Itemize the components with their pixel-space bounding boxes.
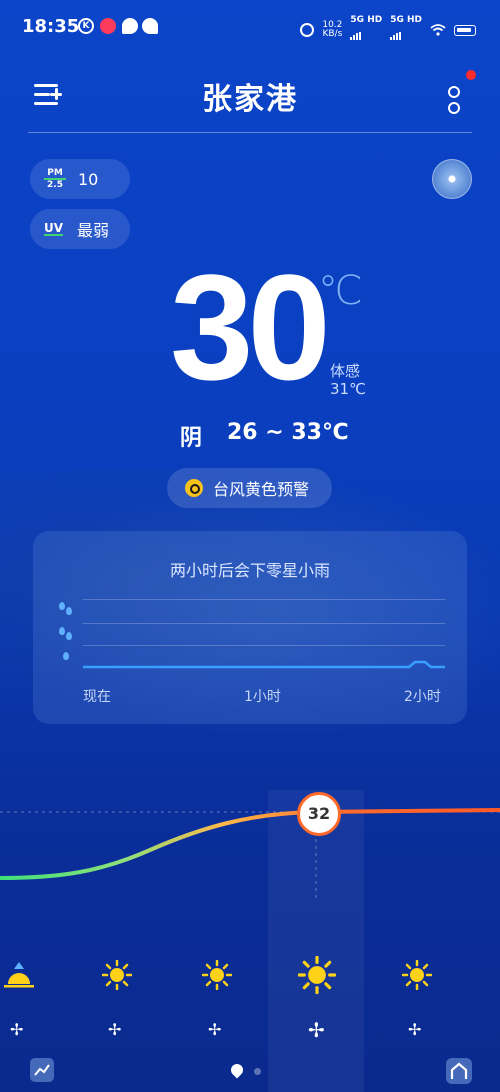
wechat-icon (142, 18, 158, 34)
time-label-1h: 1小时 (244, 689, 281, 705)
feels-like-value: 31℃ (330, 380, 366, 398)
signal-bars-icon (350, 32, 362, 40)
uv-value: 最弱 (77, 221, 110, 240)
more-dot-icon (448, 86, 460, 98)
uv-icon: UV (44, 221, 64, 236)
red-app-icon (100, 18, 116, 34)
fan-icon: ✢ (208, 1020, 222, 1039)
status-time: 18:35 (22, 16, 80, 37)
sun-icon (402, 960, 432, 990)
hourly-temperature-curve (0, 808, 500, 900)
globe-icon[interactable] (432, 159, 472, 199)
sim2-signal: 5G HD (390, 16, 422, 44)
trend-icon (34, 1064, 50, 1076)
more-dot-icon (448, 102, 460, 114)
fan-icon: ✢ (408, 1020, 422, 1039)
wifi-icon (430, 24, 446, 36)
more-options-button[interactable] (444, 82, 464, 116)
chat-bubble-icon (122, 18, 138, 34)
signal-bars-icon (390, 32, 402, 40)
pm25-value: 10 (78, 169, 99, 189)
location-pin-icon[interactable] (228, 1061, 246, 1079)
battery-icon (454, 24, 476, 36)
fan-icon: ✢ (108, 1020, 122, 1039)
fan-icon: ✢ (308, 1018, 325, 1042)
current-temperature: 30 (170, 243, 331, 411)
typhoon-alert-button[interactable]: 台风黄色预警 (167, 468, 332, 508)
alarm-icon (300, 23, 315, 37)
time-label-2h: 2小时 (404, 689, 441, 705)
sun-icon (202, 960, 232, 990)
uv-chip[interactable]: UV 最弱 (30, 209, 130, 249)
temperature-unit: ℃ (318, 268, 363, 314)
k-app-icon: K (78, 18, 94, 34)
temperature-range: 26 ~ 33℃ (227, 420, 349, 445)
typhoon-icon (185, 479, 203, 497)
rain-forecast-card[interactable]: 两小时后会下零星小雨 现在 1小时 2小时 (33, 531, 467, 724)
status-right-cluster: 10.2 KB/s 5G HD 5G HD (300, 16, 476, 44)
feels-like-label: 体感 (330, 362, 361, 380)
home-icon (450, 1062, 468, 1079)
sun-icon (298, 956, 336, 994)
header-divider (28, 132, 472, 133)
weather-condition: 阴 (180, 426, 203, 451)
city-title: 张家港 (202, 82, 298, 117)
pm25-chip[interactable]: PM 2.5 10 (30, 159, 130, 199)
alert-text: 台风黄色预警 (213, 480, 310, 499)
time-label-now: 现在 (83, 689, 111, 705)
fan-icon: ✢ (10, 1020, 24, 1039)
pm25-icon: PM 2.5 (44, 168, 66, 190)
trend-chart-button[interactable] (30, 1058, 54, 1082)
sunrise-icon (4, 962, 34, 988)
notification-dot (466, 70, 476, 80)
status-bar: 18:35 K 10.2 KB/s 5G HD 5G HD (0, 0, 500, 54)
sun-icon (102, 960, 132, 990)
home-button[interactable] (446, 1058, 472, 1084)
net-speed: 10.2 KB/s (322, 20, 343, 39)
sim1-signal: 5G HD (350, 16, 382, 44)
page-indicator-dot[interactable] (254, 1068, 261, 1075)
selected-hour-temp-badge[interactable]: 32 (297, 792, 341, 836)
temperature-line (0, 808, 500, 880)
